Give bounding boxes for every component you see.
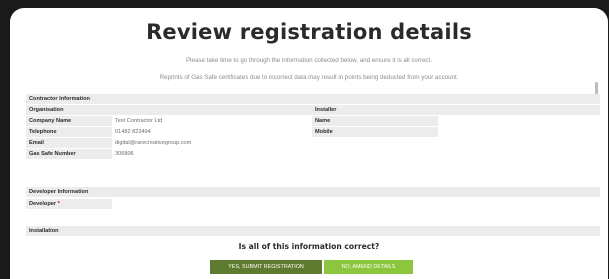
confirmation-question: Is all of this information correct? [238, 242, 380, 251]
table-row: Email digital@rarecreativegroup.com [26, 138, 600, 148]
telephone-label: Telephone [26, 127, 112, 137]
gas-safe-number-value: 306806 [112, 149, 312, 159]
table-row: Company Name Test Contractor Ltd Name [26, 116, 600, 126]
email-label: Email [26, 138, 112, 148]
gas-safe-number-label: Gas Safe Number [26, 149, 112, 159]
review-modal: Review registration details Please take … [10, 8, 608, 279]
warning-text: Reprints of Gas Safe certificates due to… [159, 74, 459, 81]
developer-value [112, 199, 600, 209]
table-row: Gas Safe Number 306806 [26, 149, 600, 159]
table-row: Organisation Installer [26, 105, 600, 115]
mobile-value [438, 127, 600, 137]
instruction-text: Please take time to go through the infor… [186, 57, 432, 64]
name-value [438, 116, 600, 126]
submit-registration-button[interactable]: YES, SUBMIT REGISTRATION [210, 260, 322, 274]
organisation-heading: Organisation [26, 105, 312, 115]
required-marker: * [57, 201, 60, 207]
mobile-label: Mobile [312, 127, 438, 137]
page-title: Review registration details [146, 20, 472, 44]
installer-heading: Installer [312, 105, 600, 115]
section-contractor-information: Contractor Information [26, 94, 600, 104]
company-name-label: Company Name [26, 116, 112, 126]
email-value: digital@rarecreativegroup.com [112, 138, 312, 148]
amend-details-button[interactable]: NO, AMEND DETAILS [324, 260, 413, 274]
table-row: Developer * [26, 199, 600, 209]
table-row: Telephone 01482 823494 Mobile [26, 127, 600, 137]
name-label: Name [312, 116, 438, 126]
details-form: Contractor Information Organisation Inst… [26, 94, 604, 238]
developer-label-text: Developer [29, 201, 57, 207]
telephone-value: 01482 823494 [112, 127, 312, 137]
section-developer-information: Developer Information [26, 187, 600, 197]
developer-label: Developer * [26, 199, 112, 209]
section-installation: Installation [26, 226, 600, 236]
company-name-value: Test Contractor Ltd [112, 116, 312, 126]
